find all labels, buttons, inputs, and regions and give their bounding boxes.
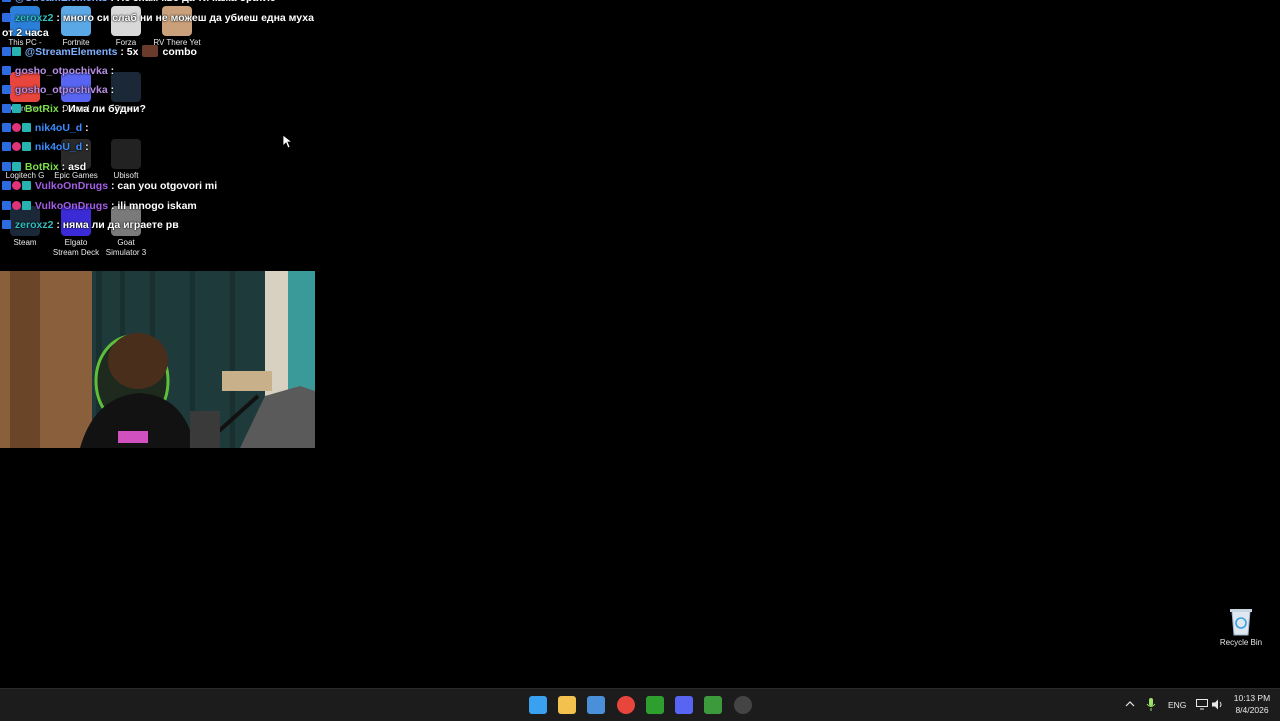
chat-text: can you otgovori mi — [117, 180, 218, 192]
desktop-icon-label: Goat Simulator 3 — [105, 238, 147, 257]
chat-separator: : — [107, 0, 116, 4]
chat-username: nik4oU_d — [32, 122, 83, 134]
webcam-image — [0, 271, 315, 448]
chat-message: VulkoOnDrugs : ili mnogo iskam — [2, 200, 197, 212]
chat-message: @StreamElements : Не знам кво да ти кажа… — [2, 0, 276, 4]
obs-icon[interactable] — [734, 696, 752, 714]
clock-date: 8/4/2026 — [1235, 705, 1269, 715]
chat-text: Има ли будни? — [68, 103, 146, 115]
chat-badge-icon — [2, 162, 11, 171]
chat-text: ili mnogo iskam — [117, 200, 197, 212]
chat-badge-icon — [2, 13, 11, 22]
chat-message: BotRix : Има ли будни? — [2, 103, 146, 115]
chat-text: asd — [68, 161, 87, 173]
minecraft-icon[interactable] — [704, 696, 722, 714]
chat-badge-icon — [12, 162, 21, 171]
chat-username: BotRix — [22, 103, 59, 115]
chat-badge-icon — [12, 104, 21, 113]
chat-message: @StreamElements : 5x combo — [2, 45, 197, 58]
chevron-up-icon[interactable] — [1125, 700, 1135, 708]
chat-separator: : — [58, 161, 69, 173]
chat-separator: : — [53, 219, 63, 231]
ubisoft-icon — [111, 139, 141, 169]
chat-badge-icon — [12, 201, 21, 210]
chat-username: VulkoOnDrugs — [32, 200, 109, 212]
chat-message: gosho_otpochivka : — [2, 65, 114, 77]
chat-username: nik4oU_d — [32, 141, 83, 153]
chrome-taskbar-icon[interactable] — [617, 696, 635, 714]
desktop-icon-elgato[interactable]: Elgato Stream Deck — [51, 206, 101, 258]
discord-taskbar-icon[interactable] — [675, 696, 693, 714]
chat-badge-icon — [2, 201, 11, 210]
chat-message: BotRix : asd — [2, 161, 86, 173]
display-icon[interactable] — [1196, 699, 1208, 710]
desktop-icon-ubisoft[interactable]: Ubisoft — [101, 139, 151, 181]
chat-badge-icon — [22, 123, 31, 132]
recycle-bin-label: Recycle Bin — [1219, 638, 1263, 647]
chat-username: gosho_otpochivka — [12, 65, 108, 77]
chat-badge-icon — [12, 123, 21, 132]
chat-badge-icon — [2, 47, 11, 56]
chat-separator: : — [82, 141, 89, 153]
chat-message: VulkoOnDrugs : can you otgovori mi — [2, 180, 217, 192]
chat-message: nik4oU_d : — [2, 141, 89, 153]
chat-message: gosho_otpochivka : — [2, 84, 114, 96]
chat-badge-icon — [22, 142, 31, 151]
file-explorer-icon[interactable] — [558, 696, 576, 714]
volume-icon[interactable] — [1211, 698, 1224, 711]
mouse-cursor-icon — [283, 135, 293, 149]
start-button[interactable] — [529, 696, 547, 714]
chat-emote-icon — [142, 45, 159, 57]
desktop-icon-goat-simulator[interactable]: Goat Simulator 3 — [101, 206, 151, 258]
chat-badge-icon — [12, 181, 21, 190]
chat-separator: : — [107, 65, 115, 77]
recycle-bin-icon — [1230, 609, 1252, 636]
chat-separator: : — [108, 180, 118, 192]
chat-username: BotRix — [22, 161, 59, 173]
chat-badge-icon — [2, 0, 11, 2]
chat-text-suffix: combo — [162, 46, 197, 58]
chat-badge-icon — [2, 66, 11, 75]
chat-username: VulkoOnDrugs — [32, 180, 109, 192]
chat-separator: : — [108, 200, 118, 212]
chat-username: gosho_otpochivka — [12, 84, 108, 96]
chat-badge-icon — [2, 85, 11, 94]
chat-text: Не знам кво да ти кажа братле — [117, 0, 276, 4]
recycle-bin[interactable]: Recycle Bin — [1215, 606, 1267, 647]
chat-message: zeroxz2 : няма ли да играете рв — [2, 219, 179, 231]
chat-message: nik4oU_d : — [2, 122, 89, 134]
chat-separator: : — [58, 103, 69, 115]
chat-text: 5x — [126, 46, 139, 58]
chat-username: zeroxz2 — [12, 219, 54, 231]
desktop-icon-label: Steam — [13, 238, 37, 247]
taskbar: ENG 10:13 PM 8/4/2026 — [0, 688, 1280, 721]
clock[interactable]: 10:13 PM 8/4/2026 — [1228, 693, 1276, 715]
chat-username: zeroxz2 — [12, 12, 54, 24]
clock-time: 10:13 PM — [1233, 693, 1271, 703]
microphone-icon[interactable] — [1146, 698, 1156, 711]
xbox-icon[interactable] — [646, 696, 664, 714]
chat-badge-icon — [2, 181, 11, 190]
chat-badge-icon — [22, 201, 31, 210]
chat-separator: : — [53, 12, 63, 24]
chat-badge-icon — [2, 123, 11, 132]
chat-badge-icon — [12, 47, 21, 56]
chat-badge-icon — [2, 220, 11, 229]
chat-badge-icon — [2, 104, 11, 113]
microsoft-store-icon[interactable] — [587, 696, 605, 714]
chat-separator: : — [117, 46, 127, 58]
chat-badge-icon — [2, 142, 11, 151]
chat-text: няма ли да играете рв — [62, 219, 179, 231]
chat-message: zeroxz2 : много си слаб ни не можеш да у… — [2, 11, 320, 41]
chat-separator: : — [82, 122, 89, 134]
chat-username: @StreamElements — [22, 46, 118, 58]
chat-badge-icon — [22, 181, 31, 190]
webcam-feed — [0, 271, 315, 448]
chat-separator: : — [107, 84, 115, 96]
chat-badge-icon — [12, 142, 21, 151]
chat-username: @StreamElements — [12, 0, 108, 4]
language-indicator[interactable]: ENG — [1168, 700, 1186, 710]
desktop-icon-label: Elgato Stream Deck — [52, 238, 100, 257]
steam-icon — [111, 72, 141, 102]
